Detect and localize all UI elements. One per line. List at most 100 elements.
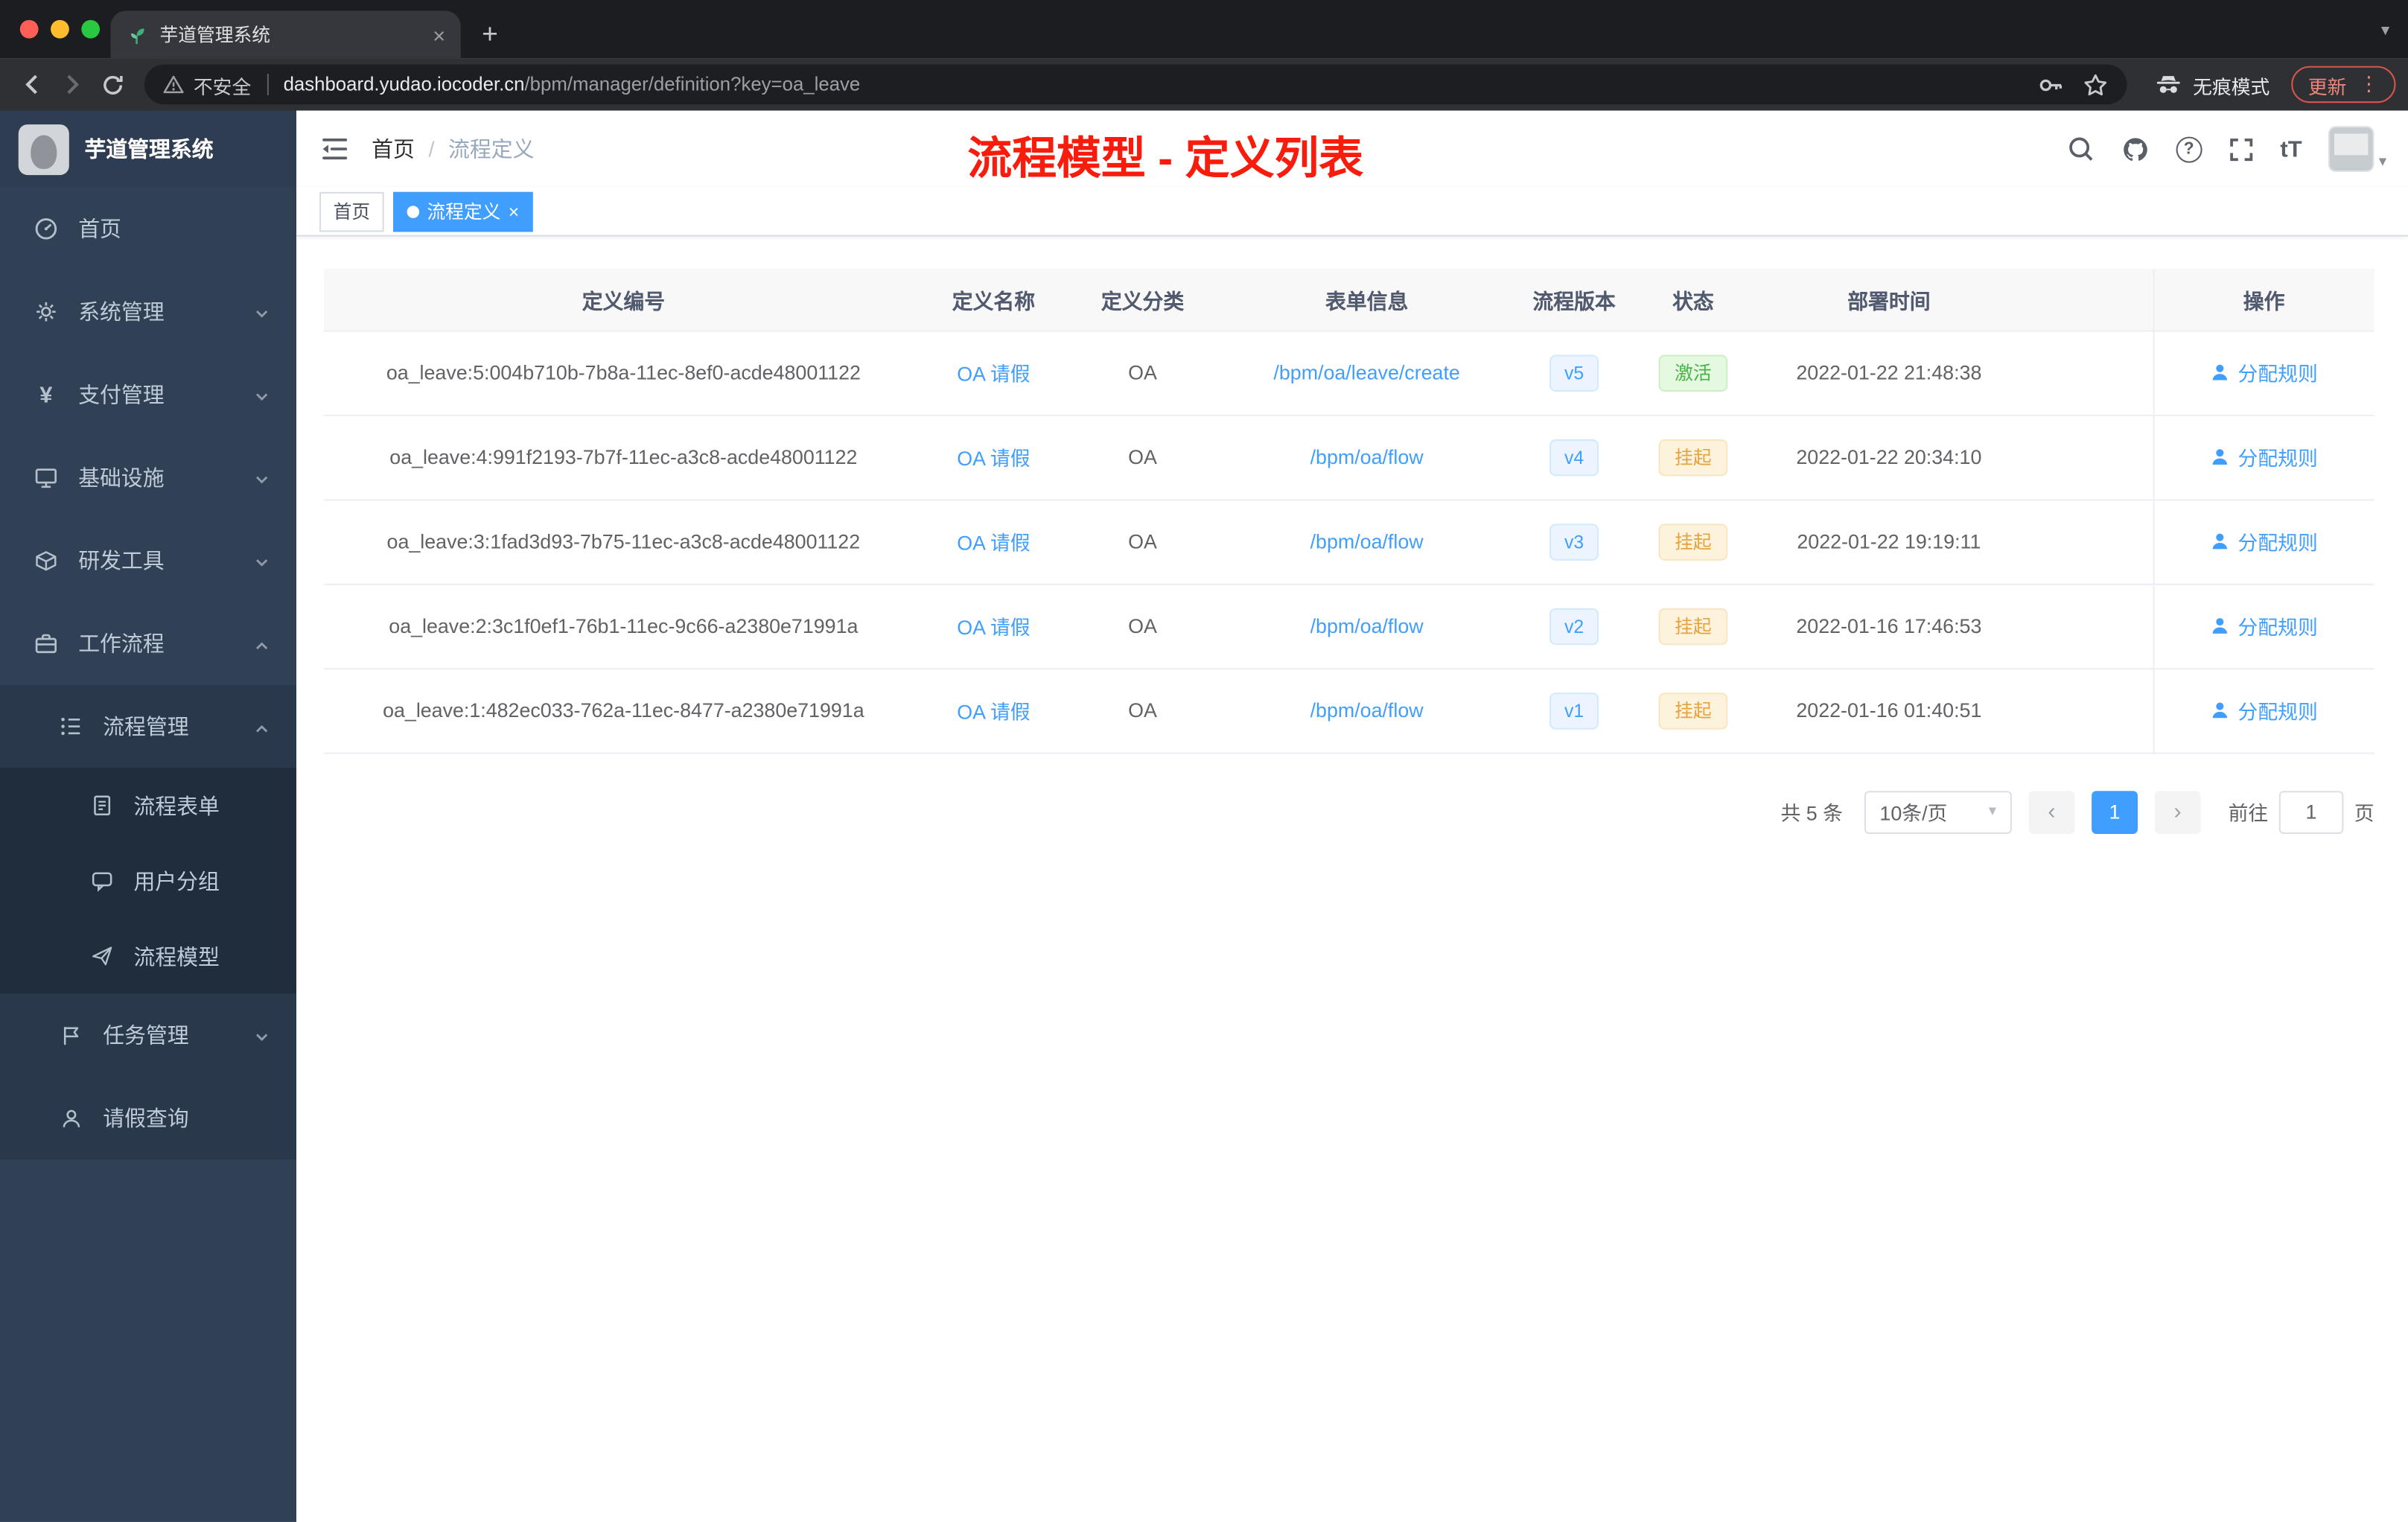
version-tag: v2 (1549, 607, 1599, 645)
sidebar-toggle-icon[interactable] (319, 133, 350, 164)
address-bar[interactable]: 不安全 dashboard.yudao.iocoder.cn/bpm/manag… (144, 64, 2127, 105)
form-link[interactable]: /bpm/oa/flow (1310, 698, 1424, 722)
tag-process-definition[interactable]: 流程定义 × (393, 191, 533, 232)
github-icon[interactable] (2121, 134, 2150, 163)
window-close-button[interactable] (19, 19, 39, 39)
sidebar-item-process-model[interactable]: 流程模型 (0, 918, 297, 994)
sidebar-item-process-form[interactable]: 流程表单 (0, 768, 297, 844)
next-page-button[interactable]: › (2154, 790, 2201, 833)
sidebar-item-devtools[interactable]: 研发工具 (0, 519, 296, 602)
assign-rule-link[interactable]: 分配规则 (2210, 526, 2318, 555)
sidebar-logo[interactable]: 芋道管理系统 (0, 110, 297, 188)
sidebar-item-process-management[interactable]: 流程管理 (0, 684, 297, 768)
bookmark-star-icon[interactable] (2083, 71, 2109, 98)
definition-name-link[interactable]: OA 请假 (957, 363, 1030, 386)
page-unit-label: 页 (2354, 801, 2374, 825)
chevron-down-icon: ▾ (2378, 153, 2387, 171)
forward-button[interactable] (52, 65, 92, 105)
tag-label: 首页 (333, 201, 371, 223)
screen: 芋道管理系统 × + ▾ 不安全 dashboard.yudao.iocoder… (0, 0, 2408, 1522)
sidebar-item-workflow[interactable]: 工作流程 (0, 602, 296, 685)
security-label[interactable]: 不安全 (194, 70, 251, 99)
briefcase-icon (32, 631, 60, 656)
version-tag: v1 (1549, 692, 1599, 729)
assign-rule-link[interactable]: 分配规则 (2210, 695, 2318, 725)
window-minimize-button[interactable] (51, 19, 69, 39)
tab-close-icon[interactable]: × (433, 24, 445, 45)
cell-category: OA (1064, 330, 1221, 415)
incognito-badge[interactable]: 无痕模式 (2155, 70, 2270, 99)
window-zoom-button[interactable] (81, 19, 101, 39)
fullscreen-icon[interactable] (2228, 136, 2254, 162)
browser-update-button[interactable]: 更新 ⋮ (2291, 66, 2396, 104)
url-text[interactable]: dashboard.yudao.iocoder.cn/bpm/manager/d… (284, 74, 2020, 95)
cell-deploy-time: 2022-01-16 17:46:53 (1751, 583, 2028, 669)
sidebar-item-label: 系统管理 (78, 299, 165, 325)
form-link[interactable]: /bpm/oa/flow (1310, 614, 1424, 637)
form-link[interactable]: /bpm/oa/flow (1310, 530, 1424, 553)
definition-name-link[interactable]: OA 请假 (957, 447, 1030, 470)
breadcrumb-separator: / (428, 136, 435, 162)
navbar-actions: ? tT ▾ (2067, 111, 2386, 188)
dashboard-icon (32, 217, 60, 241)
cell-deploy-time: 2022-01-22 19:19:11 (1751, 499, 2028, 585)
goto-page-input[interactable] (2278, 790, 2344, 833)
incognito-label: 无痕模式 (2193, 76, 2270, 98)
sidebar-item-label: 流程表单 (133, 793, 220, 818)
browser-menu-dots-icon[interactable]: ⋮ (2359, 72, 2379, 97)
goto-page: 前往 页 (2229, 790, 2374, 833)
form-link[interactable]: /bpm/oa/flow (1310, 445, 1424, 468)
page-size-select[interactable]: 10条/页 ▾ (1864, 790, 2012, 833)
sidebar: 芋道管理系统 首页 系统管理 ¥ 支付管理 基础设施 研发工具 工作流程 流程管… (0, 110, 297, 1522)
assign-rule-link[interactable]: 分配规则 (2210, 442, 2318, 471)
logo-avatar (18, 124, 69, 175)
tab-search-chevron-icon[interactable]: ▾ (2381, 20, 2389, 40)
table-row: oa_leave:1:482ec033-762a-11ec-8477-a2380… (324, 668, 2374, 754)
person-icon (2213, 533, 2228, 550)
definition-name-link[interactable]: OA 请假 (957, 616, 1030, 639)
cell-spacer (2027, 583, 2153, 669)
breadcrumb-home[interactable]: 首页 (372, 133, 415, 164)
user-avatar[interactable]: ▾ (2328, 126, 2386, 172)
definition-name-link[interactable]: OA 请假 (957, 532, 1030, 555)
search-icon[interactable] (2067, 136, 2095, 163)
browser-toolbar: 不安全 dashboard.yudao.iocoder.cn/bpm/manag… (0, 58, 2408, 111)
tag-close-icon[interactable]: × (509, 202, 519, 220)
back-button[interactable] (13, 65, 53, 105)
assign-rule-link[interactable]: 分配规则 (2210, 611, 2318, 640)
version-tag: v4 (1549, 438, 1599, 476)
sidebar-item-label: 研发工具 (78, 548, 165, 573)
assign-rule-link[interactable]: 分配规则 (2210, 358, 2318, 387)
person-icon (2213, 618, 2228, 634)
browser-tab[interactable]: 芋道管理系统 × (110, 10, 461, 59)
page-button-1[interactable]: 1 (2092, 790, 2138, 833)
new-tab-button[interactable]: + (470, 14, 510, 54)
sidebar-item-leave-query[interactable]: 请假查询 (0, 1076, 297, 1160)
tab-title: 芋道管理系统 (159, 25, 271, 46)
font-size-icon[interactable]: tT (2280, 136, 2302, 162)
sidebar-item-payment[interactable]: ¥ 支付管理 (0, 353, 296, 436)
logo-title: 芋道管理系统 (84, 136, 214, 162)
sidebar-item-task-management[interactable]: 任务管理 (0, 993, 297, 1077)
sidebar-item-user-group[interactable]: 用户分组 (0, 843, 297, 919)
reload-button[interactable] (92, 65, 133, 105)
sidebar-item-label: 用户分组 (133, 868, 220, 894)
tag-home[interactable]: 首页 (319, 191, 384, 232)
form-link[interactable]: /bpm/oa/leave/create (1273, 361, 1459, 384)
version-tag: v5 (1549, 354, 1599, 391)
omnibox-divider (266, 74, 268, 95)
sidebar-item-infrastructure[interactable]: 基础设施 (0, 436, 296, 519)
yen-icon: ¥ (39, 381, 53, 408)
pagination-total: 共 5 条 (1780, 801, 1843, 825)
cell-definition-id: oa_leave:2:3c1f0ef1-76b1-11ec-9c66-a2380… (324, 583, 923, 669)
table-row: oa_leave:2:3c1f0ef1-76b1-11ec-9c66-a2380… (324, 583, 2374, 669)
help-icon[interactable]: ? (2176, 136, 2202, 162)
prev-page-button[interactable]: ‹ (2028, 790, 2075, 833)
chevron-down-icon (253, 468, 270, 493)
person-icon (2213, 702, 2228, 719)
sidebar-item-system[interactable]: 系统管理 (0, 270, 296, 353)
password-key-icon[interactable] (2038, 71, 2064, 98)
table-row: oa_leave:5:004b710b-7b8a-11ec-8ef0-acde4… (324, 330, 2374, 415)
definition-name-link[interactable]: OA 请假 (957, 701, 1030, 724)
sidebar-item-home[interactable]: 首页 (0, 188, 296, 270)
